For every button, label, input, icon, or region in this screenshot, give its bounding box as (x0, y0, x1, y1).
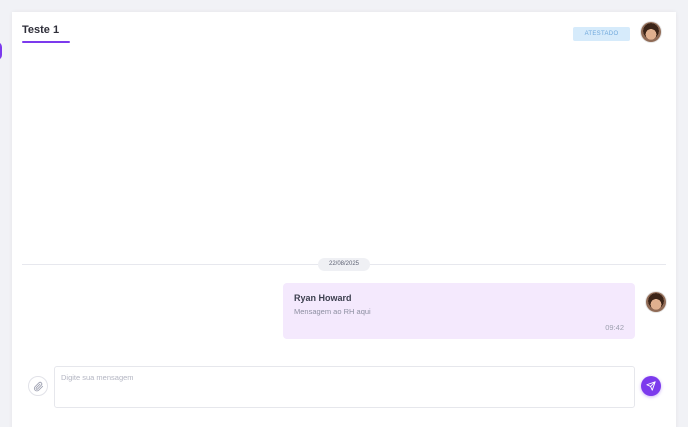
message-time: 09:42 (605, 323, 624, 332)
chat-panel: Teste 1 ATESTADO 22/08/2025 Ryan Howard … (12, 12, 676, 427)
message-avatar (646, 292, 666, 312)
title-underline (22, 41, 70, 43)
send-icon (646, 381, 656, 391)
chat-title: Teste 1 (22, 24, 60, 36)
message-sender: Ryan Howard (294, 293, 352, 303)
avatar[interactable] (641, 22, 661, 42)
paperclip-icon (33, 381, 44, 392)
sidebar-toggle-handle[interactable] (0, 42, 2, 60)
message-bubble: Ryan Howard Mensagem ao RH aqui 09:42 (283, 283, 635, 339)
message-text: Mensagem ao RH aqui (294, 307, 371, 316)
message-input[interactable] (54, 366, 635, 408)
attach-button[interactable] (28, 376, 48, 396)
chat-header: Teste 1 (22, 24, 70, 43)
date-separator: 22/08/2025 (318, 258, 370, 271)
status-badge: ATESTADO (573, 27, 630, 41)
send-button[interactable] (641, 376, 661, 396)
